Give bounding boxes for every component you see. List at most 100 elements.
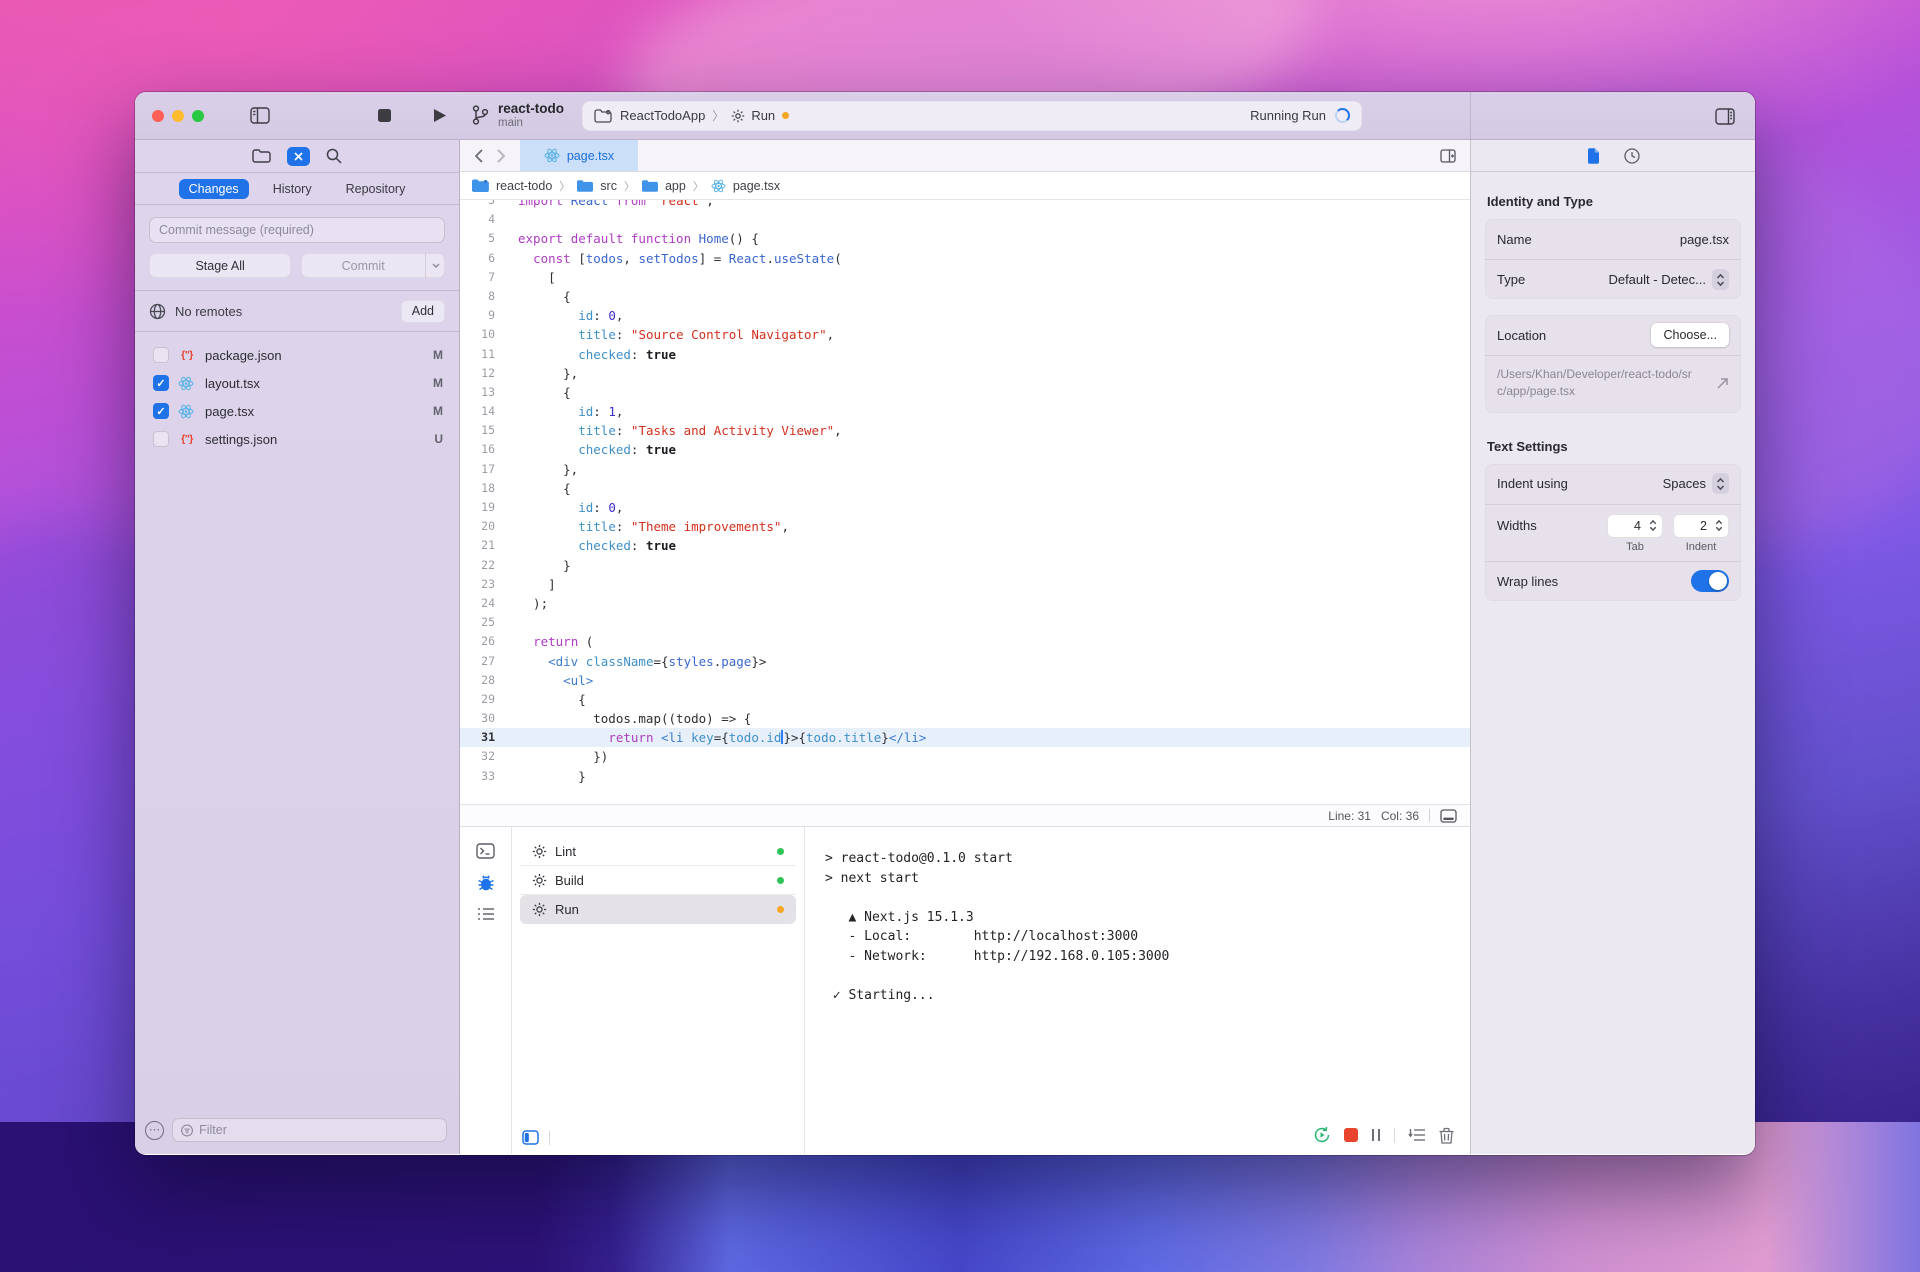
stage-checkbox-unchecked[interactable] [153,431,169,447]
commit-button[interactable]: Commit [301,253,445,278]
split-editor-icon[interactable] [1426,140,1470,171]
tab-width-stepper[interactable] [1646,517,1659,535]
code-line[interactable]: 25 [460,613,1470,632]
commit-message-input[interactable] [149,217,445,243]
task-lint[interactable]: Lint [520,837,796,866]
history-inspector-icon[interactable] [1624,148,1640,164]
file-inspector-icon[interactable] [1587,148,1600,164]
code-editor[interactable]: 3import React from 'react';45export defa… [460,200,1470,804]
forward-button[interactable] [497,149,506,163]
tab-page-tsx[interactable]: page.tsx [520,140,638,171]
code-line[interactable]: 10 title: "Source Control Navigator", [460,325,1470,344]
file-row-settings-json[interactable]: {"} settings.json U [135,425,459,453]
breadcrumb-item[interactable]: react-todo [496,179,552,193]
code-line[interactable]: 3import React from 'react'; [460,200,1470,210]
code-line[interactable]: 15 title: "Tasks and Activity Viewer", [460,421,1470,440]
file-row-page-tsx[interactable]: ✓ page.tsx M [135,397,459,425]
code-line[interactable]: 32 }) [460,747,1470,766]
line-number: 8 [460,287,504,306]
code-line[interactable]: 26 return ( [460,632,1470,651]
code-line[interactable]: 33 } [460,767,1470,786]
code-line[interactable]: 4 [460,210,1470,229]
code-line[interactable]: 14 id: 1, [460,402,1470,421]
filter-input[interactable] [199,1123,438,1137]
close-button[interactable] [152,110,164,122]
file-row-package-json[interactable]: {"} package.json M [135,341,459,369]
code-line[interactable]: 27 <div className={styles.page}> [460,652,1470,671]
indent-width-stepper[interactable] [1712,517,1725,535]
code-line[interactable]: 29 { [460,690,1470,709]
type-select-stepper[interactable] [1712,269,1729,290]
globe-icon [149,303,166,320]
code-line[interactable]: 21 checked: true [460,536,1470,555]
tab-repository[interactable]: Repository [336,179,416,199]
code-line[interactable]: 30 todos.map((todo) => { [460,709,1470,728]
clear-terminal-trash-icon[interactable] [1439,1127,1454,1144]
code-line[interactable]: 7 [ [460,268,1470,287]
task-build[interactable]: Build [520,866,796,895]
code-line[interactable]: 16 checked: true [460,440,1470,459]
task-run[interactable]: Run [520,895,796,924]
wrap-lines-toggle[interactable] [1691,570,1729,592]
code-line[interactable]: 23 ] [460,575,1470,594]
code-line[interactable]: 11 checked: true [460,345,1470,364]
code-text: }, [504,460,578,479]
output-list-panel-icon[interactable] [477,907,495,921]
pause-task-icon[interactable] [1371,1128,1381,1142]
indent-select-stepper[interactable] [1712,473,1729,494]
indent-width-field[interactable]: 2 [1673,514,1729,538]
choose-location-button[interactable]: Choose... [1651,323,1729,347]
toggle-bottom-panel-icon[interactable] [1440,809,1457,823]
stop-task-button[interactable] [373,105,395,127]
tab-history[interactable]: History [263,179,322,199]
source-control-navigator-icon[interactable] [287,147,310,166]
code-line[interactable]: 5export default function Home() { [460,229,1470,248]
add-remote-button[interactable]: Add [401,300,445,323]
toggle-right-sidebar-icon[interactable] [1714,105,1736,127]
commit-dropdown-icon[interactable] [425,253,445,278]
activity-viewer[interactable]: ReactTodoApp 〉 Run Running Run [582,101,1362,131]
code-line[interactable]: 28 <ul> [460,671,1470,690]
code-line[interactable]: 17 }, [460,460,1470,479]
code-line[interactable]: 24 ); [460,594,1470,613]
stage-checkbox-unchecked[interactable] [153,347,169,363]
code-line[interactable]: 6 const [todos, setTodos] = React.useSta… [460,249,1470,268]
branch-name: main [498,117,564,130]
search-navigator-icon[interactable] [326,148,342,164]
run-task-button[interactable] [429,105,451,127]
code-line[interactable]: 13 { [460,383,1470,402]
breadcrumb-item[interactable]: app [665,179,686,193]
stage-checkbox-checked[interactable]: ✓ [153,403,169,419]
stop-task-icon[interactable] [1344,1128,1358,1142]
file-row-layout-tsx[interactable]: ✓ layout.tsx M [135,369,459,397]
filter-field[interactable] [172,1118,447,1142]
restart-task-icon[interactable] [1313,1126,1331,1144]
breadcrumb-item[interactable]: src [600,179,617,193]
stage-all-button[interactable]: Stage All [149,253,291,278]
back-button[interactable] [474,149,483,163]
minimize-button[interactable] [172,110,184,122]
stage-checkbox-checked[interactable]: ✓ [153,375,169,391]
code-line[interactable]: 22 } [460,556,1470,575]
code-line[interactable]: 12 }, [460,364,1470,383]
reveal-path-icon[interactable] [1716,377,1729,390]
tab-changes[interactable]: Changes [179,179,249,199]
toggle-left-sidebar-icon[interactable] [249,105,271,127]
project-navigator-icon[interactable] [252,149,271,164]
scroll-output-icon[interactable] [1408,1128,1426,1142]
code-line[interactable]: 18 { [460,479,1470,498]
code-line[interactable]: 31 return <li key={todo.id}>{todo.title}… [460,728,1470,747]
code-line[interactable]: 19 id: 0, [460,498,1470,517]
toggle-panel-sidebar-icon[interactable] [522,1130,539,1145]
breadcrumb-item[interactable]: page.tsx [733,179,780,193]
task-status-dot-orange [777,906,784,913]
debug-panel-icon[interactable] [477,874,495,892]
code-line[interactable]: 9 id: 0, [460,306,1470,325]
terminal-panel-icon[interactable] [476,843,495,859]
terminal-output[interactable]: > react-todo@0.1.0 start > next start ▲ … [805,827,1470,1154]
code-line[interactable]: 20 title: "Theme improvements", [460,517,1470,536]
more-options-icon[interactable]: ⋯ [145,1121,164,1140]
code-line[interactable]: 8 { [460,287,1470,306]
zoom-button[interactable] [192,110,204,122]
tab-width-field[interactable]: 4 [1607,514,1663,538]
